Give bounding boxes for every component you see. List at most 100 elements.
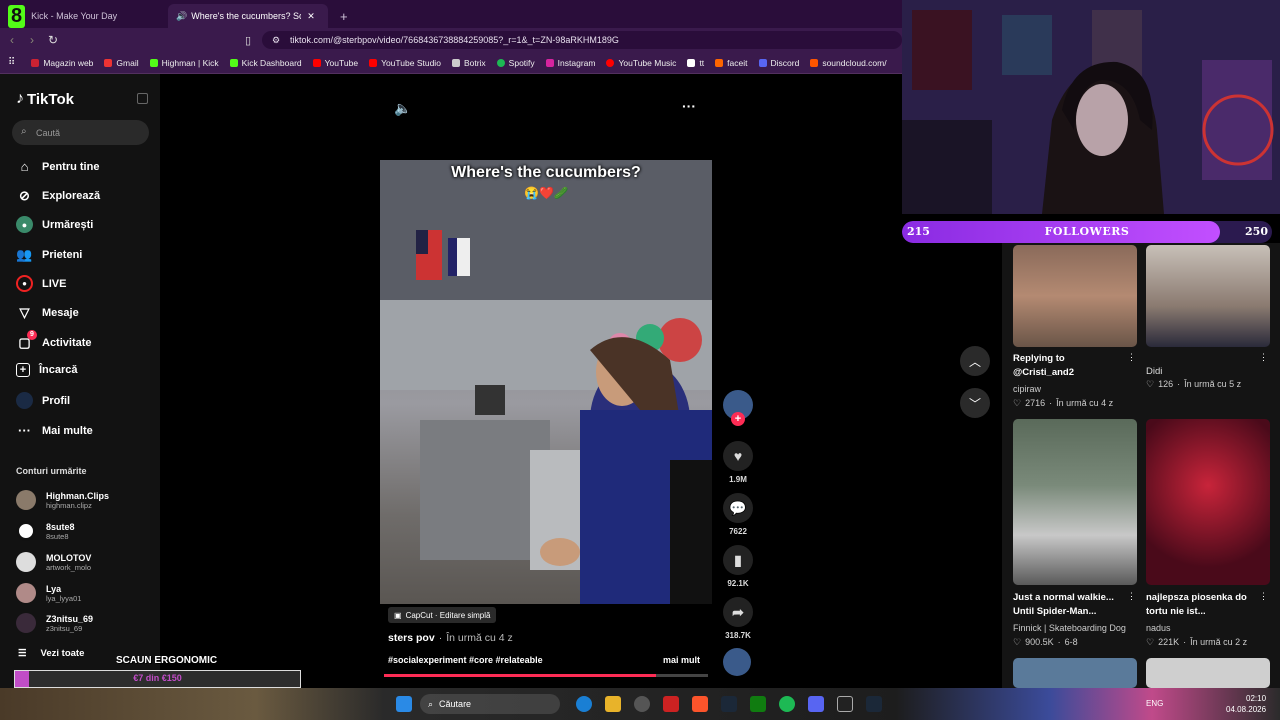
share-button[interactable]: ➦ 318.7K: [723, 597, 753, 640]
bookmark-icon: [606, 58, 615, 67]
comment-button[interactable]: 💬 7622: [723, 493, 753, 536]
more-icon: ···: [18, 423, 31, 438]
more-options-icon[interactable]: ⋮: [1127, 352, 1136, 363]
bookmark[interactable]: soundcloud.com/: [810, 58, 887, 68]
taskbar-search[interactable]: ⌕ Căutare: [420, 694, 560, 714]
bookmark[interactable]: Discord: [758, 58, 799, 68]
video-thumbnail[interactable]: [1146, 658, 1270, 688]
bookmark-star-icon[interactable]: ▯: [245, 34, 251, 47]
video-player[interactable]: Where's the cucumbers? 😭❤️🥒: [380, 160, 712, 604]
tiktok-logo[interactable]: ♪ TikTok: [16, 90, 74, 108]
close-icon[interactable]: ✕: [307, 11, 315, 22]
followed-account[interactable]: MOLOTOV artwork_molo: [16, 552, 91, 572]
capcut-icon[interactable]: [837, 696, 853, 712]
video-author[interactable]: cipiraw: [1013, 384, 1041, 394]
obs-icon[interactable]: [634, 696, 650, 712]
followed-account[interactable]: Lya lya_lyya01: [16, 583, 81, 603]
video-title[interactable]: Replying to @Cristi_and2: [1013, 352, 1123, 380]
nav-item-upload[interactable]: + Încarcă: [16, 363, 78, 377]
windows-taskbar: ⌕ Căutare ENG 02:10 04.08.2026: [0, 688, 1280, 720]
video-author[interactable]: sters pov: [388, 632, 435, 644]
heart-icon: ♡: [1013, 637, 1022, 647]
video-author[interactable]: Finnick | Skateboarding Dog: [1013, 623, 1126, 633]
bookmark[interactable]: tt: [687, 58, 704, 68]
tab-tiktok[interactable]: 🔊 Where's the cucumbers? Soci ✕: [168, 4, 328, 28]
taskbar-app-icon[interactable]: [576, 696, 592, 712]
nav-item-messages[interactable]: ▽ Mesaje: [16, 304, 79, 321]
spotify-icon[interactable]: [779, 696, 795, 712]
folder-icon[interactable]: [605, 696, 621, 712]
steam-icon[interactable]: [721, 696, 737, 712]
reload-icon[interactable]: ↻: [48, 33, 58, 47]
see-all-link[interactable]: ☰ Vezi toate: [18, 648, 84, 659]
back-icon[interactable]: ‹: [10, 33, 14, 47]
video-title[interactable]: Just a normal walkie... Until Spider-Man…: [1013, 591, 1131, 619]
nav-item-for-you[interactable]: ⌂ Pentru tine: [16, 158, 100, 175]
discord-icon[interactable]: [808, 696, 824, 712]
video-stats: ♡ 126 · În urmă cu 5 z: [1146, 379, 1242, 389]
more-options-icon[interactable]: ⋮: [1259, 591, 1268, 602]
nav-item-activity[interactable]: ▢ 9 Activitate: [16, 330, 92, 351]
bookmark[interactable]: Kick Dashboard: [229, 58, 302, 68]
video-title[interactable]: najlepsza piosenka do tortu nie ist...: [1146, 591, 1256, 619]
collapse-sidebar-icon[interactable]: [137, 93, 148, 104]
video-thumbnail[interactable]: [1013, 658, 1137, 688]
video-title[interactable]: Didi: [1146, 365, 1162, 379]
nav-item-profile[interactable]: Profil: [16, 392, 70, 409]
video-author[interactable]: nadus: [1146, 623, 1171, 633]
save-button[interactable]: ▮ 92.1K: [723, 545, 753, 588]
language-indicator[interactable]: ENG: [1146, 699, 1163, 708]
video-thumbnail[interactable]: [1013, 419, 1137, 585]
music-disc[interactable]: [723, 648, 751, 680]
clock[interactable]: 02:10 04.08.2026: [1226, 693, 1266, 715]
bookmark[interactable]: faceit: [715, 58, 748, 68]
bookmark[interactable]: Instagram: [545, 58, 595, 68]
video-progress-bar[interactable]: [384, 674, 708, 677]
site-info-icon[interactable]: ⚙: [272, 35, 280, 46]
forward-icon[interactable]: ›: [30, 33, 34, 47]
xbox-icon[interactable]: [750, 696, 766, 712]
previous-video-button[interactable]: ︿: [960, 346, 990, 376]
volume-icon[interactable]: 🔈: [394, 100, 411, 117]
bookmark-icon: [715, 58, 724, 67]
bookmark[interactable]: Magazin web: [31, 58, 93, 68]
like-button[interactable]: ♥ 1.9M: [723, 441, 753, 484]
more-options-icon[interactable]: ⋮: [1259, 352, 1268, 363]
apps-icon[interactable]: ⠿: [8, 57, 15, 68]
bookmark-icon: [149, 58, 158, 67]
nav-item-more[interactable]: ··· Mai multe: [16, 422, 93, 439]
bookmark[interactable]: Gmail: [104, 58, 139, 68]
search-input[interactable]: ⌕ Caută: [12, 120, 149, 145]
follow-plus-icon[interactable]: +: [731, 412, 745, 426]
capcut-badge[interactable]: ▣ CapCut · Editare simplă: [388, 607, 497, 623]
bookmark[interactable]: Spotify: [496, 58, 535, 68]
bookmark[interactable]: YouTube Studio: [369, 58, 441, 68]
more-options-icon[interactable]: ⋮: [1127, 591, 1136, 602]
bookmark[interactable]: YouTube: [312, 58, 358, 68]
bookmark[interactable]: YouTube Music: [606, 58, 676, 68]
next-video-button[interactable]: ﹀: [960, 388, 990, 418]
windows-start-icon[interactable]: [396, 696, 412, 712]
tab-kick[interactable]: 8 Kick - Make Your Day: [0, 4, 165, 28]
video-thumbnail[interactable]: [1013, 245, 1137, 347]
video-thumbnail[interactable]: [1146, 419, 1270, 585]
video-hashtags[interactable]: #socialexperiment #core #relateable: [388, 655, 543, 665]
nav-item-live[interactable]: ● LIVE: [16, 275, 66, 292]
new-tab-button[interactable]: +: [332, 4, 352, 28]
more-button[interactable]: mai mult: [663, 655, 700, 665]
bookmark[interactable]: Highman | Kick: [149, 58, 219, 68]
taskbar-app-icon[interactable]: [663, 696, 679, 712]
nav-item-friends[interactable]: 👥 Prieteni: [16, 246, 82, 263]
steam-icon[interactable]: [866, 696, 882, 712]
video-thumbnail[interactable]: [1146, 245, 1270, 347]
followed-account[interactable]: Highman.Clips highman.clipz: [16, 490, 109, 510]
more-options-icon[interactable]: ···: [682, 98, 696, 114]
creator-avatar[interactable]: +: [723, 390, 753, 426]
bookmark[interactable]: Botrix: [451, 58, 486, 68]
followed-account[interactable]: Z3nitsu_69 z3nitsu_69: [16, 613, 93, 633]
brave-icon[interactable]: [692, 696, 708, 712]
url-input[interactable]: ⚙ tiktok.com/@sterbpov/video/76684367388…: [262, 31, 902, 49]
nav-item-explore[interactable]: ⊘ Explorează: [16, 187, 100, 204]
nav-item-following[interactable]: ● Urmărești: [16, 216, 93, 233]
followed-account[interactable]: 8sute8 8sute8: [16, 521, 75, 541]
